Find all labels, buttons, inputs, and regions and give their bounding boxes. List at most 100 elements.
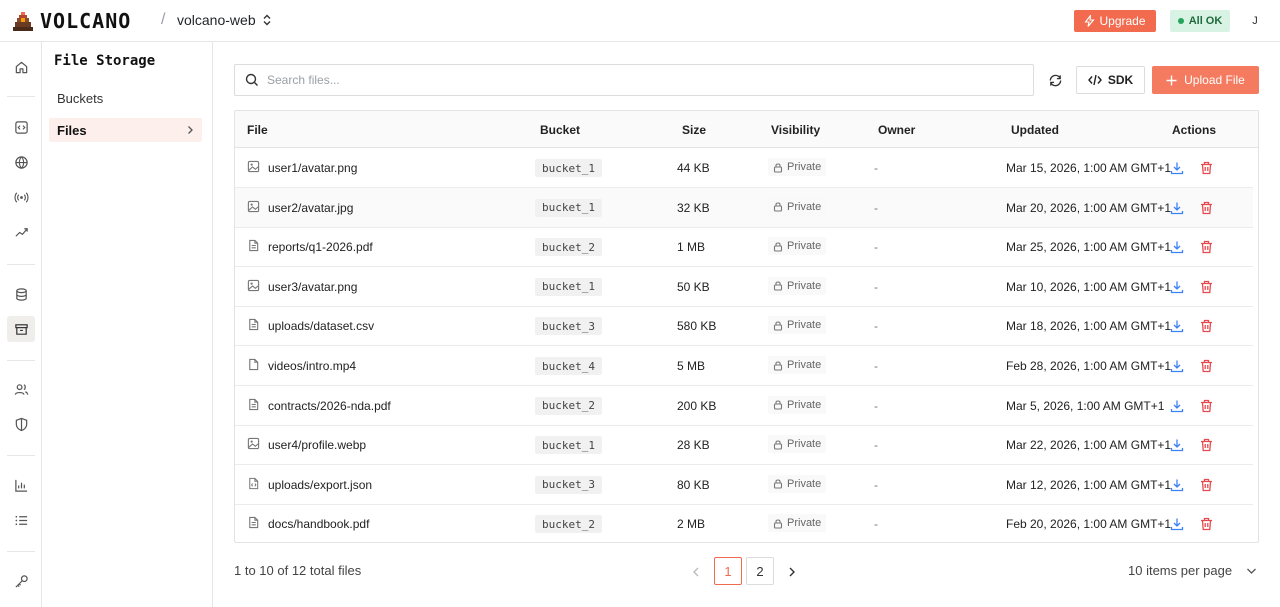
nav-item-files[interactable]: Files <box>49 118 202 142</box>
document-file-icon <box>247 516 260 532</box>
shield-icon[interactable] <box>7 411 35 437</box>
column-header-owner[interactable]: Owner <box>878 123 915 137</box>
page-button-1[interactable]: 1 <box>714 557 742 585</box>
broadcast-icon[interactable] <box>7 184 35 210</box>
file-cell[interactable]: user1/avatar.png <box>247 160 357 176</box>
upgrade-button[interactable]: Upgrade <box>1074 10 1156 32</box>
table-row[interactable]: uploads/export.json bucket_3 80 KB Private -… <box>235 465 1253 505</box>
file-name: uploads/export.json <box>268 477 373 492</box>
file-size: 200 KB <box>677 398 717 413</box>
upload-label: Upload File <box>1184 73 1245 87</box>
sdk-button[interactable]: SDK <box>1076 66 1145 94</box>
nav-item-buckets[interactable]: Buckets <box>49 86 202 110</box>
file-cell[interactable]: reports/q1-2026.pdf <box>247 239 373 255</box>
file-size: 50 KB <box>677 279 710 294</box>
bucket-badge: bucket_3 <box>535 475 602 494</box>
database-icon[interactable] <box>7 281 35 307</box>
download-icon[interactable] <box>1170 319 1184 336</box>
delete-icon[interactable] <box>1200 161 1213 178</box>
delete-icon[interactable] <box>1200 319 1213 336</box>
search-box[interactable] <box>234 64 1034 96</box>
updated-timestamp: Mar 12, 2026, 1:00 AM GMT+1 <box>1006 477 1172 492</box>
file-cell[interactable]: uploads/dataset.csv <box>247 318 374 334</box>
table-row[interactable]: user1/avatar.png bucket_1 44 KB Private - Mar… <box>235 148 1253 188</box>
users-icon[interactable] <box>7 376 35 402</box>
brand-logo[interactable]: VOLCANO <box>12 9 131 33</box>
chart-icon[interactable] <box>7 472 35 498</box>
project-switcher[interactable]: volcano-web <box>177 12 272 28</box>
file-cell[interactable]: user4/profile.webp <box>247 437 366 453</box>
home-icon[interactable] <box>7 54 35 80</box>
document-file-icon <box>247 398 260 414</box>
delete-icon[interactable] <box>1200 399 1213 416</box>
delete-icon[interactable] <box>1200 438 1213 455</box>
lock-icon <box>773 241 783 252</box>
file-cell[interactable]: docs/handbook.pdf <box>247 516 369 532</box>
column-header-bucket[interactable]: Bucket <box>540 123 580 137</box>
delete-icon[interactable] <box>1200 517 1213 534</box>
table-row[interactable]: contracts/2026-nda.pdf bucket_2 200 KB Priv… <box>235 386 1253 426</box>
items-per-page-select[interactable]: 10 items per page <box>1128 563 1257 578</box>
download-icon[interactable] <box>1170 359 1184 376</box>
upload-file-button[interactable]: Upload File <box>1152 66 1259 94</box>
globe-icon[interactable] <box>7 149 35 175</box>
column-header-size[interactable]: Size <box>682 123 706 137</box>
table-row[interactable]: user3/avatar.png bucket_1 50 KB Private - Mar… <box>235 267 1253 307</box>
table-row[interactable]: user2/avatar.jpg bucket_1 32 KB Private - Mar… <box>235 187 1253 228</box>
table-row[interactable]: docs/handbook.pdf bucket_2 2 MB Private - Feb… <box>235 504 1253 542</box>
file-cell[interactable]: uploads/export.json <box>247 477 372 493</box>
icon-rail <box>0 42 42 607</box>
page-button-2[interactable]: 2 <box>746 557 774 585</box>
delete-icon[interactable] <box>1200 359 1213 376</box>
download-icon[interactable] <box>1170 517 1184 534</box>
visibility-label: Private <box>787 517 822 530</box>
download-icon[interactable] <box>1170 438 1184 455</box>
download-icon[interactable] <box>1170 280 1184 297</box>
delete-icon[interactable] <box>1200 478 1213 495</box>
updated-timestamp: Mar 18, 2026, 1:00 AM GMT+1 <box>1006 319 1172 334</box>
refresh-button[interactable] <box>1043 67 1067 93</box>
lock-icon <box>773 320 783 331</box>
file-cell[interactable]: contracts/2026-nda.pdf <box>247 398 391 414</box>
owner-cell: - <box>874 319 878 334</box>
download-icon[interactable] <box>1170 201 1184 218</box>
delete-icon[interactable] <box>1200 280 1213 297</box>
delete-icon[interactable] <box>1200 240 1213 257</box>
chevron-left-icon <box>693 567 699 577</box>
key-icon[interactable] <box>7 568 35 594</box>
delete-icon[interactable] <box>1200 201 1213 218</box>
system-status-badge[interactable]: All OK <box>1170 10 1230 32</box>
next-page-button[interactable] <box>782 563 802 581</box>
previous-page-button[interactable] <box>685 563 707 581</box>
plus-icon <box>1166 75 1177 85</box>
column-header-file[interactable]: File <box>247 123 268 137</box>
shuffle-icon[interactable] <box>7 219 35 245</box>
download-icon[interactable] <box>1170 240 1184 257</box>
status-dot-icon <box>1177 18 1184 24</box>
download-icon[interactable] <box>1170 478 1184 495</box>
download-icon[interactable] <box>1170 161 1184 178</box>
table-row[interactable]: reports/q1-2026.pdf bucket_2 1 MB Private - M… <box>235 227 1253 268</box>
table-row[interactable]: videos/intro.mp4 bucket_4 5 MB Private - Feb … <box>235 346 1253 386</box>
list-icon[interactable] <box>7 507 35 533</box>
bucket-badge: bucket_2 <box>535 238 602 257</box>
visibility-label: Private <box>787 477 822 490</box>
search-input[interactable] <box>267 73 967 87</box>
file-cell[interactable]: user2/avatar.jpg <box>247 200 353 216</box>
owner-cell: - <box>874 200 878 215</box>
table-row[interactable]: uploads/dataset.csv bucket_3 580 KB Private… <box>235 306 1253 347</box>
column-header-updated[interactable]: Updated <box>1011 123 1059 137</box>
files-table: File Bucket Size Visibility Owner Update… <box>234 110 1259 543</box>
code-icon[interactable] <box>7 114 35 140</box>
download-icon[interactable] <box>1170 399 1184 416</box>
file-cell[interactable]: user3/avatar.png <box>247 279 357 295</box>
column-header-visibility[interactable]: Visibility <box>771 123 820 137</box>
table-row[interactable]: user4/profile.webp bucket_1 28 KB Private - M… <box>235 425 1253 466</box>
code-file-icon <box>247 477 260 493</box>
bucket-badge: bucket_2 <box>535 396 602 415</box>
lock-icon <box>773 360 783 371</box>
file-cell[interactable]: videos/intro.mp4 <box>247 358 356 374</box>
image-file-icon <box>247 200 260 216</box>
archive-icon[interactable] <box>7 316 35 342</box>
user-avatar[interactable]: J <box>1244 10 1266 32</box>
